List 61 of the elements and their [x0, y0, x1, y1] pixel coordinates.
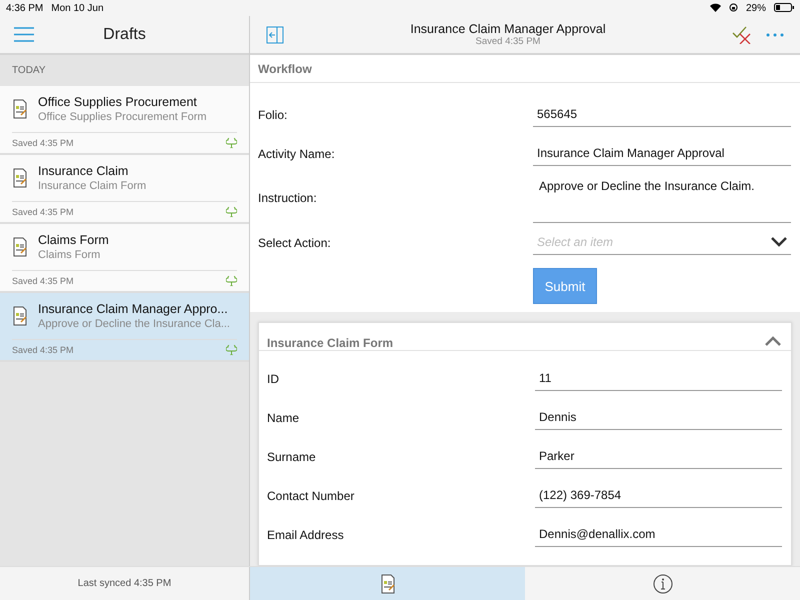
collapse-sidebar-icon[interactable] — [266, 26, 284, 44]
cloud-icon — [226, 345, 237, 355]
field-label: Email Address — [267, 528, 345, 542]
chevron-up-icon[interactable] — [765, 336, 781, 346]
draft-title: Insurance Claim Manager Appro... — [38, 302, 229, 316]
draft-saved-time: Saved 4:35 PM — [12, 276, 74, 286]
rotation-lock-icon — [728, 2, 738, 12]
section-title: Workflow — [250, 55, 800, 83]
wifi-icon — [710, 2, 721, 12]
draft-title: Office Supplies Procurement — [38, 95, 198, 109]
document-icon — [12, 99, 28, 119]
field-label: Instruction: — [258, 191, 318, 205]
document-icon — [380, 574, 396, 594]
cloud-icon — [226, 276, 237, 286]
battery-percent: 29% — [746, 2, 766, 14]
field-label: ID — [267, 372, 280, 386]
draft-subtitle: Approve or Decline the Insurance Cla... — [38, 318, 230, 330]
field-label: Contact Number — [267, 488, 356, 502]
document-icon — [12, 168, 28, 188]
draft-saved-time: Saved 4:35 PM — [12, 207, 74, 217]
field-label: Activity Name: — [258, 146, 336, 160]
document-icon — [12, 306, 28, 326]
saved-status: Saved 4:35 PM — [476, 36, 540, 47]
field-label: Folio: — [258, 108, 288, 122]
section-title: Insurance Claim Form — [267, 336, 394, 350]
input-field[interactable]: Parker — [535, 444, 782, 468]
document-icon — [12, 237, 28, 257]
input-field[interactable]: Dennis — [535, 406, 782, 430]
status-time: 4:36 PM — [6, 2, 44, 14]
draft-saved-time: Saved 4:35 PM — [12, 138, 74, 148]
chevron-down-icon — [771, 237, 787, 247]
input-field[interactable]: Insurance Claim Manager Approval — [533, 142, 791, 166]
draft-saved-time: Saved 4:35 PM — [12, 345, 74, 355]
draft-item[interactable]: Claims Form Claims Form Saved 4:35 PM — [0, 224, 249, 293]
section-header: TODAY — [11, 64, 47, 78]
draft-item[interactable]: Insurance Claim Manager Appro... Approve or Decline the Insurance Cla... Saved 4:35 PM — [0, 293, 249, 362]
input-field[interactable]: Approve or Decline the Insurance Claim. — [533, 173, 791, 223]
input-field[interactable]: 565645 — [533, 102, 791, 126]
field-label: Name — [267, 410, 300, 424]
battery-icon — [774, 2, 794, 12]
draft-subtitle: Office Supplies Procurement Form — [38, 111, 207, 123]
sidebar-title: Drafts — [103, 26, 146, 44]
status-date: Mon 10 Jun — [51, 2, 104, 14]
draft-subtitle: Insurance Claim Form — [38, 180, 146, 192]
draft-item[interactable]: Office Supplies Procurement Office Supplies Procurement Form Saved 4:35 PM — [0, 86, 249, 155]
form-title: Insurance Claim Manager Approval — [410, 22, 606, 36]
more-icon[interactable] — [766, 32, 784, 36]
cloud-icon — [226, 207, 237, 217]
field-label: Select Action: — [258, 236, 332, 250]
draft-title: Insurance Claim — [38, 164, 130, 178]
input-field[interactable]: (122) 369-7854 — [535, 484, 782, 508]
approve-decline-icon[interactable] — [732, 26, 752, 44]
draft-item[interactable]: Insurance Claim Insurance Claim Form Saved 4:35 PM — [0, 155, 249, 224]
info-icon — [652, 574, 672, 594]
cloud-icon — [226, 138, 237, 148]
menu-icon[interactable] — [14, 27, 34, 42]
input-field[interactable]: 11 — [535, 366, 782, 390]
field-label: Surname — [267, 450, 317, 464]
input-field[interactable]: Dennis@denallix.com — [535, 522, 782, 546]
draft-subtitle: Claims Form — [38, 249, 102, 261]
draft-title: Claims Form — [38, 233, 109, 247]
